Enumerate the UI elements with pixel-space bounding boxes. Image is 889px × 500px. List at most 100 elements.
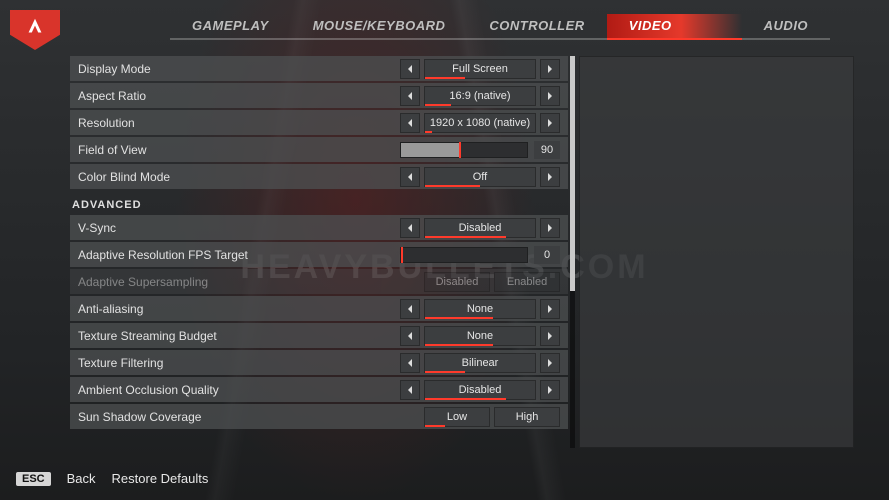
orange-bar <box>425 236 506 238</box>
label-vsync: V-Sync <box>78 221 394 235</box>
row-color-blind: Color Blind Mode Off <box>70 164 568 189</box>
label-color-blind: Color Blind Mode <box>78 170 394 184</box>
slider-track[interactable] <box>400 247 528 263</box>
tab-controller[interactable]: CONTROLLER <box>467 14 606 40</box>
selector-vsync: Disabled <box>400 218 560 238</box>
value-text: None <box>467 330 493 342</box>
settings-list: Display Mode Full Screen Aspect Ratio 16… <box>70 56 568 448</box>
next-vsync[interactable] <box>540 218 560 238</box>
slider-tick <box>459 142 461 158</box>
row-anti-aliasing: Anti-aliasing None <box>70 296 568 321</box>
adaptive-ss-enabled: Enabled <box>494 272 560 292</box>
orange-bar <box>425 371 465 373</box>
description-panel <box>579 56 854 448</box>
selector-aspect-ratio: 16:9 (native) <box>400 86 560 106</box>
orange-bar <box>425 398 506 400</box>
value-display-mode[interactable]: Full Screen <box>424 59 536 79</box>
sun-shadow-high[interactable]: High <box>494 407 560 427</box>
value-tex-stream[interactable]: None <box>424 326 536 346</box>
label-ao: Ambient Occlusion Quality <box>78 383 394 397</box>
next-aspect-ratio[interactable] <box>540 86 560 106</box>
value-aspect-ratio[interactable]: 16:9 (native) <box>424 86 536 106</box>
row-adaptive-supersampling: Adaptive Supersampling Disabled Enabled <box>70 269 568 294</box>
orange-bar <box>425 344 493 346</box>
selector-resolution: 1920 x 1080 (native) <box>400 113 560 133</box>
orange-bar <box>425 185 480 187</box>
next-ao[interactable] <box>540 380 560 400</box>
orange-bar <box>425 131 432 133</box>
value-text: 16:9 (native) <box>449 90 510 102</box>
next-resolution[interactable] <box>540 113 560 133</box>
value-text: 1920 x 1080 (native) <box>430 117 530 129</box>
section-advanced: ADVANCED <box>70 191 568 213</box>
main: Display Mode Full Screen Aspect Ratio 16… <box>70 56 854 448</box>
row-display-mode: Display Mode Full Screen <box>70 56 568 81</box>
label-fov: Field of View <box>78 143 394 157</box>
prev-ao[interactable] <box>400 380 420 400</box>
value-ao[interactable]: Disabled <box>424 380 536 400</box>
scroll-thumb[interactable] <box>570 56 575 291</box>
value-text: Low <box>447 411 467 423</box>
selector-display-mode: Full Screen <box>400 59 560 79</box>
prev-color-blind[interactable] <box>400 167 420 187</box>
label-aa: Anti-aliasing <box>78 302 394 316</box>
value-color-blind[interactable]: Off <box>424 167 536 187</box>
sun-shadow-low[interactable]: Low <box>424 407 490 427</box>
next-color-blind[interactable] <box>540 167 560 187</box>
value-text: Off <box>473 171 487 183</box>
slider-track[interactable] <box>400 142 528 158</box>
orange-bar <box>425 104 451 106</box>
value-text: Bilinear <box>462 357 499 369</box>
tab-bar: GAMEPLAY MOUSE/KEYBOARD CONTROLLER VIDEO… <box>0 14 889 52</box>
next-display-mode[interactable] <box>540 59 560 79</box>
slider-adaptive-fps[interactable]: 0 <box>400 246 560 264</box>
next-aa[interactable] <box>540 299 560 319</box>
slider-tick <box>401 247 403 263</box>
value-vsync[interactable]: Disabled <box>424 218 536 238</box>
next-tex-stream[interactable] <box>540 326 560 346</box>
label-tex-stream: Texture Streaming Budget <box>78 329 394 343</box>
orange-bar <box>425 77 465 79</box>
prev-resolution[interactable] <box>400 113 420 133</box>
slider-value-fov: 90 <box>534 141 560 159</box>
row-ambient-occlusion: Ambient Occlusion Quality Disabled <box>70 377 568 402</box>
label-display-mode: Display Mode <box>78 62 394 76</box>
tab-gameplay[interactable]: GAMEPLAY <box>170 14 291 40</box>
label-adaptive-fps: Adaptive Resolution FPS Target <box>78 248 394 262</box>
value-tex-filter[interactable]: Bilinear <box>424 353 536 373</box>
value-resolution[interactable]: 1920 x 1080 (native) <box>424 113 536 133</box>
value-aa[interactable]: None <box>424 299 536 319</box>
scrollbar[interactable] <box>570 56 575 448</box>
selector-aa: None <box>400 299 560 319</box>
row-adaptive-fps: Adaptive Resolution FPS Target 0 <box>70 242 568 267</box>
prev-aspect-ratio[interactable] <box>400 86 420 106</box>
slider-fov[interactable]: 90 <box>400 141 560 159</box>
selector-tex-stream: None <box>400 326 560 346</box>
pair-sun-shadow: Low High <box>424 407 560 427</box>
prev-aa[interactable] <box>400 299 420 319</box>
row-fov: Field of View 90 <box>70 137 568 162</box>
back-button[interactable]: Back <box>67 471 96 486</box>
next-tex-filter[interactable] <box>540 353 560 373</box>
tab-audio[interactable]: AUDIO <box>742 14 830 40</box>
value-text: Disabled <box>459 222 502 234</box>
row-sun-shadow: Sun Shadow Coverage Low High <box>70 404 568 429</box>
prev-vsync[interactable] <box>400 218 420 238</box>
slider-value-adaptive-fps: 0 <box>534 246 560 264</box>
label-aspect-ratio: Aspect Ratio <box>78 89 394 103</box>
restore-defaults-button[interactable]: Restore Defaults <box>112 471 209 486</box>
prev-tex-stream[interactable] <box>400 326 420 346</box>
settings-list-wrap: Display Mode Full Screen Aspect Ratio 16… <box>70 56 575 448</box>
esc-key-icon: ESC <box>16 472 51 486</box>
label-sun-shadow: Sun Shadow Coverage <box>78 410 418 424</box>
prev-display-mode[interactable] <box>400 59 420 79</box>
tab-mouse-keyboard[interactable]: MOUSE/KEYBOARD <box>291 14 468 40</box>
label-resolution: Resolution <box>78 116 394 130</box>
label-adaptive-ss: Adaptive Supersampling <box>78 275 418 289</box>
prev-tex-filter[interactable] <box>400 353 420 373</box>
orange-bar <box>425 317 493 319</box>
orange-bar <box>425 425 445 427</box>
row-vsync: V-Sync Disabled <box>70 215 568 240</box>
selector-ao: Disabled <box>400 380 560 400</box>
tab-video[interactable]: VIDEO <box>607 14 742 40</box>
